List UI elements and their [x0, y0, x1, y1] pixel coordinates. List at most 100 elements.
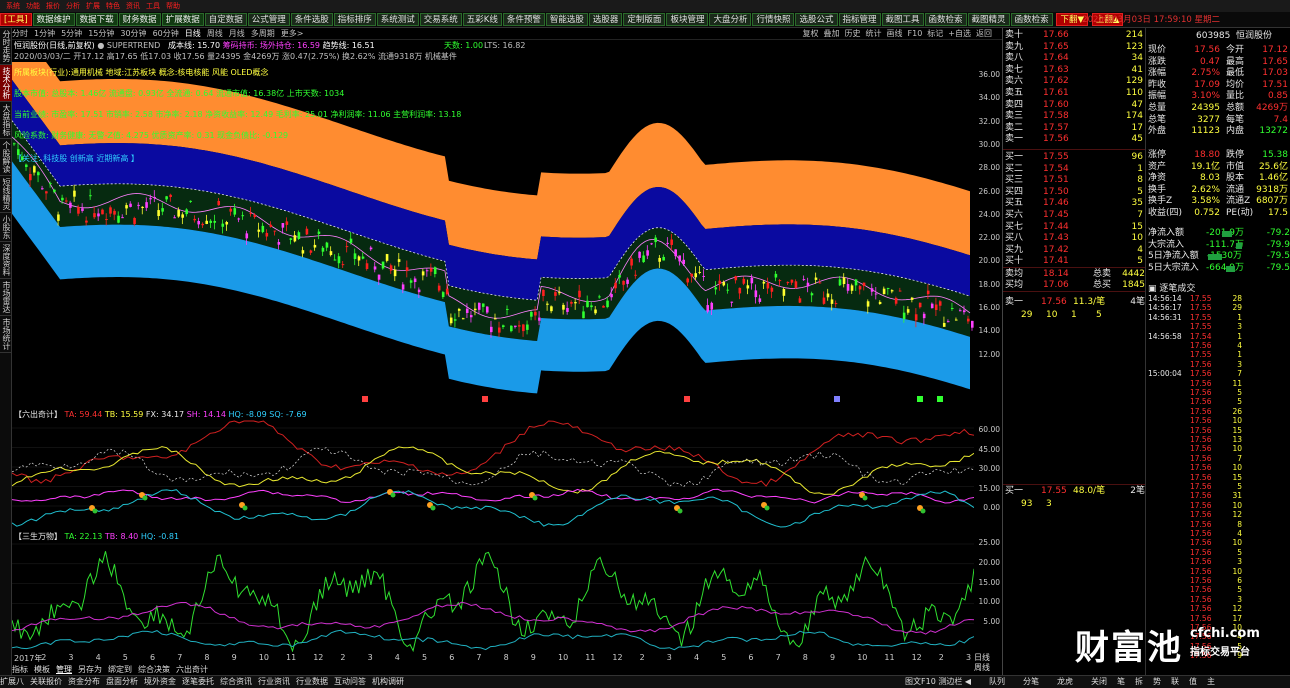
bottom-tab-10[interactable]: 机构调研: [372, 677, 404, 686]
bottom-right-tab-3[interactable]: 龙虎: [1057, 677, 1073, 686]
chart-tool-7[interactable]: +自选: [948, 29, 971, 38]
toolbar-button-12[interactable]: 条件预警: [502, 13, 545, 26]
panel2-oscillator-chart[interactable]: [12, 420, 974, 528]
menu-item-5[interactable]: 特色: [106, 2, 120, 10]
event-marker[interactable]: [917, 396, 923, 402]
toolbar-button-1[interactable]: 数据维护: [32, 13, 75, 26]
menu-item-7[interactable]: 工具: [146, 2, 160, 10]
chart-tool-1[interactable]: 叠加: [824, 29, 840, 38]
indicator-tab-1[interactable]: 模板: [34, 665, 50, 674]
chart-tool-5[interactable]: F10: [908, 29, 923, 38]
toolbar-button-24[interactable]: 函数检索: [1010, 13, 1053, 26]
toolbar-button-0[interactable]: [工具]: [0, 13, 32, 26]
bottom-tab-6[interactable]: 综合资讯: [220, 677, 252, 686]
bottom-right-tab-1[interactable]: 队列: [989, 677, 1005, 686]
event-marker[interactable]: [362, 396, 368, 402]
indicator-tab-4[interactable]: 绑定到: [108, 665, 132, 674]
bottom-tab-2[interactable]: 资金分布: [68, 677, 100, 686]
period-tab-9[interactable]: 多周期: [251, 29, 275, 38]
toolbar-button-10[interactable]: 交易系统: [419, 13, 462, 26]
corner-week[interactable]: 周线: [974, 663, 990, 673]
sidebar-tab-6[interactable]: 深度资料: [0, 242, 12, 279]
toolbar-button-19[interactable]: 选股公式: [795, 13, 838, 26]
chart-tool-3[interactable]: 统计: [866, 29, 882, 38]
period-tab-7[interactable]: 周线: [207, 29, 223, 38]
bottom-right-tab-8[interactable]: 联: [1171, 677, 1179, 686]
period-tab-8[interactable]: 月线: [229, 29, 245, 38]
toolbar-button-23[interactable]: 截图精灵: [967, 13, 1010, 26]
menu-item-3[interactable]: 分析: [66, 2, 80, 10]
sidebar-tab-5[interactable]: 小股东: [0, 213, 12, 242]
bottom-right-tab-0[interactable]: 图文F10 测边栏 ◀: [905, 677, 971, 686]
toolbar-button-14[interactable]: 选股器: [588, 13, 623, 26]
sidebar-tab-2[interactable]: 大盘指标: [0, 102, 12, 139]
chart-tool-6[interactable]: 标记: [927, 29, 943, 38]
bottom-right-tab-7[interactable]: 势: [1153, 677, 1161, 686]
corner-day[interactable]: 日线: [974, 653, 990, 663]
toolbar-button-15[interactable]: 定制版面: [623, 13, 666, 26]
bottom-tab-4[interactable]: 境外资金: [144, 677, 176, 686]
toolbar-button-8[interactable]: 指标排序: [333, 13, 376, 26]
panel3-oscillator-chart[interactable]: [12, 540, 974, 652]
bottom-right-tab-4[interactable]: 关闭: [1091, 677, 1107, 686]
indicator-tab-2[interactable]: 管理: [56, 665, 72, 674]
indicator-tab-5[interactable]: 综合决策: [138, 665, 170, 674]
toolbar-button-18[interactable]: 行情快照: [752, 13, 795, 26]
toolbar-button-9[interactable]: 系统测试: [376, 13, 419, 26]
panel3-title[interactable]: 【三生万物】: [14, 532, 62, 541]
bottom-tab-0[interactable]: 扩展八: [0, 677, 24, 686]
event-marker[interactable]: [834, 396, 840, 402]
panel2-title[interactable]: 【六出奇计】: [14, 410, 62, 419]
sidebar-tab-4[interactable]: 短线精灵: [0, 176, 12, 213]
menu-item-0[interactable]: 系统: [6, 2, 20, 10]
bottom-right-tab-2[interactable]: 分笔: [1023, 677, 1039, 686]
chart-tool-4[interactable]: 画线: [887, 29, 903, 38]
indicator-tab-0[interactable]: 指标: [12, 665, 28, 674]
bottom-tab-1[interactable]: 关联报价: [30, 677, 62, 686]
sidebar-tab-8[interactable]: 市场统计: [0, 316, 12, 353]
event-marker[interactable]: [482, 396, 488, 402]
event-marker[interactable]: [684, 396, 690, 402]
indicator-name[interactable]: SUPERTREND: [107, 41, 160, 50]
chart-tool-8[interactable]: 返回: [976, 29, 992, 38]
event-marker[interactable]: [937, 396, 943, 402]
period-tab-5[interactable]: 60分钟: [153, 29, 179, 38]
bottom-tab-7[interactable]: 行业资讯: [258, 677, 290, 686]
toolbar-button-16[interactable]: 板块管理: [666, 13, 709, 26]
toolbar-button-11[interactable]: 五彩K线: [462, 13, 502, 26]
bottom-right-tab-6[interactable]: 拆: [1135, 677, 1143, 686]
toolbar-button-2[interactable]: 数据下载: [75, 13, 118, 26]
period-tab-4[interactable]: 30分钟: [120, 29, 146, 38]
toolbar-button-13[interactable]: 智能选股: [545, 13, 588, 26]
indicator-tab-6[interactable]: 六出奇计: [176, 665, 208, 674]
toolbar-button-22[interactable]: 函数检索: [924, 13, 967, 26]
sidebar-tab-1[interactable]: 技术分析: [0, 65, 12, 102]
sidebar-tab-7[interactable]: 市场雷达: [0, 279, 12, 316]
toolbar-button-3[interactable]: 财务数据: [118, 13, 161, 26]
bottom-right-tab-9[interactable]: 值: [1189, 677, 1197, 686]
toolbar-button-5[interactable]: 自定数据: [204, 13, 247, 26]
period-tab-6[interactable]: 日线: [185, 29, 201, 38]
period-tab-1[interactable]: 1分钟: [34, 29, 55, 38]
bottom-tab-8[interactable]: 行业数据: [296, 677, 328, 686]
period-tab-3[interactable]: 15分钟: [88, 29, 114, 38]
sidebar-tab-0[interactable]: 分时走势: [0, 28, 12, 65]
period-tab-10[interactable]: 更多>: [281, 29, 304, 38]
period-tab-2[interactable]: 5分钟: [61, 29, 82, 38]
period-tab-0[interactable]: 分时: [12, 29, 28, 38]
toolbar-button-7[interactable]: 条件选股: [290, 13, 333, 26]
bottom-tab-5[interactable]: 逐笔委托: [182, 677, 214, 686]
toolbar-button-20[interactable]: 指标管理: [838, 13, 881, 26]
menu-item-2[interactable]: 报价: [46, 2, 60, 10]
toolbar-button-4[interactable]: 扩展数据: [161, 13, 204, 26]
indicator-tab-3[interactable]: 另存为: [78, 665, 102, 674]
menu-item-4[interactable]: 扩展: [86, 2, 100, 10]
menu-item-8[interactable]: 帮助: [166, 2, 180, 10]
menu-item-1[interactable]: 功能: [26, 2, 40, 10]
chart-tool-2[interactable]: 历史: [845, 29, 861, 38]
toolbar-button-21[interactable]: 截图工具: [881, 13, 924, 26]
menu-item-6[interactable]: 资讯: [126, 2, 140, 10]
toolbar-button-6[interactable]: 公式管理: [247, 13, 290, 26]
bottom-right-tab-10[interactable]: 主: [1207, 677, 1215, 686]
bottom-tab-3[interactable]: 盘面分析: [106, 677, 138, 686]
